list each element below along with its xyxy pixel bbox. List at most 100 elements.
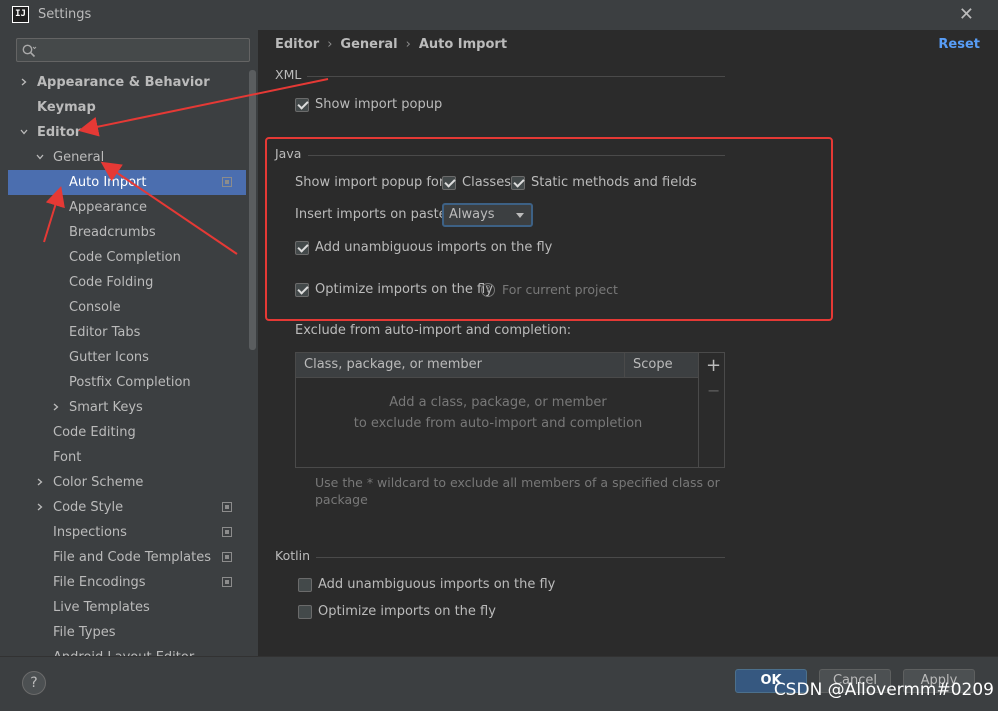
sidebar-item-font[interactable]: Font xyxy=(8,445,246,470)
sidebar-item-label: Appearance xyxy=(69,200,148,215)
exclude-empty-line2: to exclude from auto-import and completi… xyxy=(353,416,643,431)
annotation-highlight-box xyxy=(265,137,833,321)
help-button[interactable]: ? xyxy=(22,671,46,695)
sidebar-item-code-folding[interactable]: Code Folding xyxy=(8,270,246,295)
csdn-watermark: CSDN @Allovermm#0209 xyxy=(773,680,994,700)
sidebar-item-label: Postfix Completion xyxy=(69,375,191,390)
sidebar-item-live-templates[interactable]: Live Templates xyxy=(8,595,246,620)
sidebar-item-label: Font xyxy=(53,450,82,465)
wildcard-hint-line1: Use the * wildcard to exclude all member… xyxy=(315,475,720,490)
breadcrumb-general[interactable]: General xyxy=(340,37,397,52)
project-scope-icon xyxy=(222,527,232,537)
chevron-right-icon[interactable] xyxy=(52,403,60,411)
chevron-down-icon[interactable] xyxy=(36,153,44,161)
exclude-label: Exclude from auto-import and completion: xyxy=(295,323,572,338)
sidebar-item-label: File Encodings xyxy=(53,575,146,590)
chevron-right-icon[interactable] xyxy=(20,78,28,86)
sidebar-item-postfix-completion[interactable]: Postfix Completion xyxy=(8,370,246,395)
project-scope-icon xyxy=(222,177,232,187)
sidebar-item-label: Console xyxy=(69,300,121,315)
sidebar-item-keymap[interactable]: Keymap xyxy=(8,95,246,120)
window-title: Settings xyxy=(38,7,92,22)
sidebar-item-editor[interactable]: Editor xyxy=(8,120,246,145)
sidebar-item-file-and-code-templates[interactable]: File and Code Templates xyxy=(8,545,246,570)
kotlin-optimize-checkbox[interactable] xyxy=(298,605,312,619)
add-icon[interactable]: + xyxy=(706,355,721,376)
sidebar-item-label: Auto Import xyxy=(69,175,147,190)
kotlin-optimize-label: Optimize imports on the fly xyxy=(318,604,496,619)
search-input[interactable] xyxy=(16,38,250,62)
sidebar-item-code-editing[interactable]: Code Editing xyxy=(8,420,246,445)
sidebar-item-label: Live Templates xyxy=(53,600,150,615)
xml-show-import-popup-checkbox[interactable] xyxy=(295,98,309,112)
settings-sidebar: Appearance & Behavior Keymap Editor General… xyxy=(8,30,258,656)
kotlin-add-unambiguous-checkbox[interactable] xyxy=(298,578,312,592)
kotlin-divider xyxy=(316,557,725,558)
sidebar-item-label: File and Code Templates xyxy=(53,550,211,565)
sidebar-item-gutter-icons[interactable]: Gutter Icons xyxy=(8,345,246,370)
sidebar-item-label: Breadcrumbs xyxy=(69,225,156,240)
sidebar-item-console[interactable]: Console xyxy=(8,295,246,320)
column-scope-header[interactable]: Scope xyxy=(624,353,700,377)
sidebar-item-general[interactable]: General xyxy=(8,145,246,170)
xml-show-import-popup-label: Show import popup xyxy=(315,97,443,112)
reset-link[interactable]: Reset xyxy=(938,37,980,52)
sidebar-item-label: Code Style xyxy=(53,500,124,515)
sidebar-item-label: Appearance & Behavior xyxy=(37,75,210,90)
xml-section-title: XML xyxy=(275,67,302,82)
breadcrumb-separator: › xyxy=(405,37,411,52)
exclude-table-header: Class, package, or member Scope xyxy=(296,353,700,378)
exclude-table[interactable]: Class, package, or member Scope Add a cl… xyxy=(295,352,725,468)
kotlin-section-title: Kotlin xyxy=(275,548,310,563)
intellij-logo-icon: IJ xyxy=(12,6,29,23)
sidebar-item-android-layout-editor[interactable]: Android Layout Editor xyxy=(8,645,246,656)
project-scope-icon xyxy=(222,502,232,512)
wildcard-hint-line2: package xyxy=(315,492,368,507)
sidebar-scrollbar[interactable] xyxy=(249,70,256,350)
settings-content: Editor › General › Auto Import Reset XML Sho… xyxy=(258,30,998,656)
sidebar-item-label: Editor xyxy=(37,125,82,140)
breadcrumb-editor[interactable]: Editor xyxy=(275,37,319,52)
sidebar-item-label: Keymap xyxy=(37,100,96,115)
title-bar: IJ Settings ✕ xyxy=(0,0,998,30)
chevron-right-icon[interactable] xyxy=(36,478,44,486)
sidebar-item-label: Editor Tabs xyxy=(69,325,141,340)
project-scope-icon xyxy=(222,552,232,562)
sidebar-item-appearance[interactable]: Appearance xyxy=(8,195,246,220)
sidebar-item-appearance-behavior[interactable]: Appearance & Behavior xyxy=(8,70,246,95)
remove-icon[interactable]: − xyxy=(707,381,720,400)
sidebar-item-label: Code Folding xyxy=(69,275,154,290)
sidebar-item-label: Inspections xyxy=(53,525,127,540)
sidebar-item-file-encodings[interactable]: File Encodings xyxy=(8,570,246,595)
exclude-table-toolbar: + − xyxy=(698,353,724,467)
kotlin-add-unambiguous-label: Add unambiguous imports on the fly xyxy=(318,577,556,592)
sidebar-item-auto-import[interactable]: Auto Import xyxy=(8,170,246,195)
settings-tree: Appearance & Behavior Keymap Editor General… xyxy=(8,70,246,656)
breadcrumb-auto-import: Auto Import xyxy=(418,37,508,52)
sidebar-item-editor-tabs[interactable]: Editor Tabs xyxy=(8,320,246,345)
sidebar-item-color-scheme[interactable]: Color Scheme xyxy=(8,470,246,495)
sidebar-item-label: Code Editing xyxy=(53,425,136,440)
sidebar-item-label: File Types xyxy=(53,625,116,640)
chevron-down-icon[interactable] xyxy=(20,128,28,136)
search-icon xyxy=(22,44,37,58)
sidebar-item-breadcrumbs[interactable]: Breadcrumbs xyxy=(8,220,246,245)
sidebar-item-label: Smart Keys xyxy=(69,400,143,415)
sidebar-item-inspections[interactable]: Inspections xyxy=(8,520,246,545)
project-scope-icon xyxy=(222,577,232,587)
sidebar-item-label: Code Completion xyxy=(69,250,181,265)
sidebar-item-label: Android Layout Editor xyxy=(53,645,194,656)
breadcrumb: Editor › General › Auto Import xyxy=(275,37,507,52)
sidebar-item-label: General xyxy=(53,150,105,165)
sidebar-item-label: Gutter Icons xyxy=(69,350,149,365)
column-class-header[interactable]: Class, package, or member xyxy=(296,353,624,377)
sidebar-item-code-style[interactable]: Code Style xyxy=(8,495,246,520)
breadcrumb-separator: › xyxy=(327,37,333,52)
chevron-right-icon[interactable] xyxy=(36,503,44,511)
xml-divider xyxy=(307,76,725,77)
sidebar-item-code-completion[interactable]: Code Completion xyxy=(8,245,246,270)
sidebar-item-smart-keys[interactable]: Smart Keys xyxy=(8,395,246,420)
close-icon[interactable]: ✕ xyxy=(959,4,974,25)
sidebar-item-file-types[interactable]: File Types xyxy=(8,620,246,645)
exclude-empty-line1: Add a class, package, or member xyxy=(389,395,607,410)
